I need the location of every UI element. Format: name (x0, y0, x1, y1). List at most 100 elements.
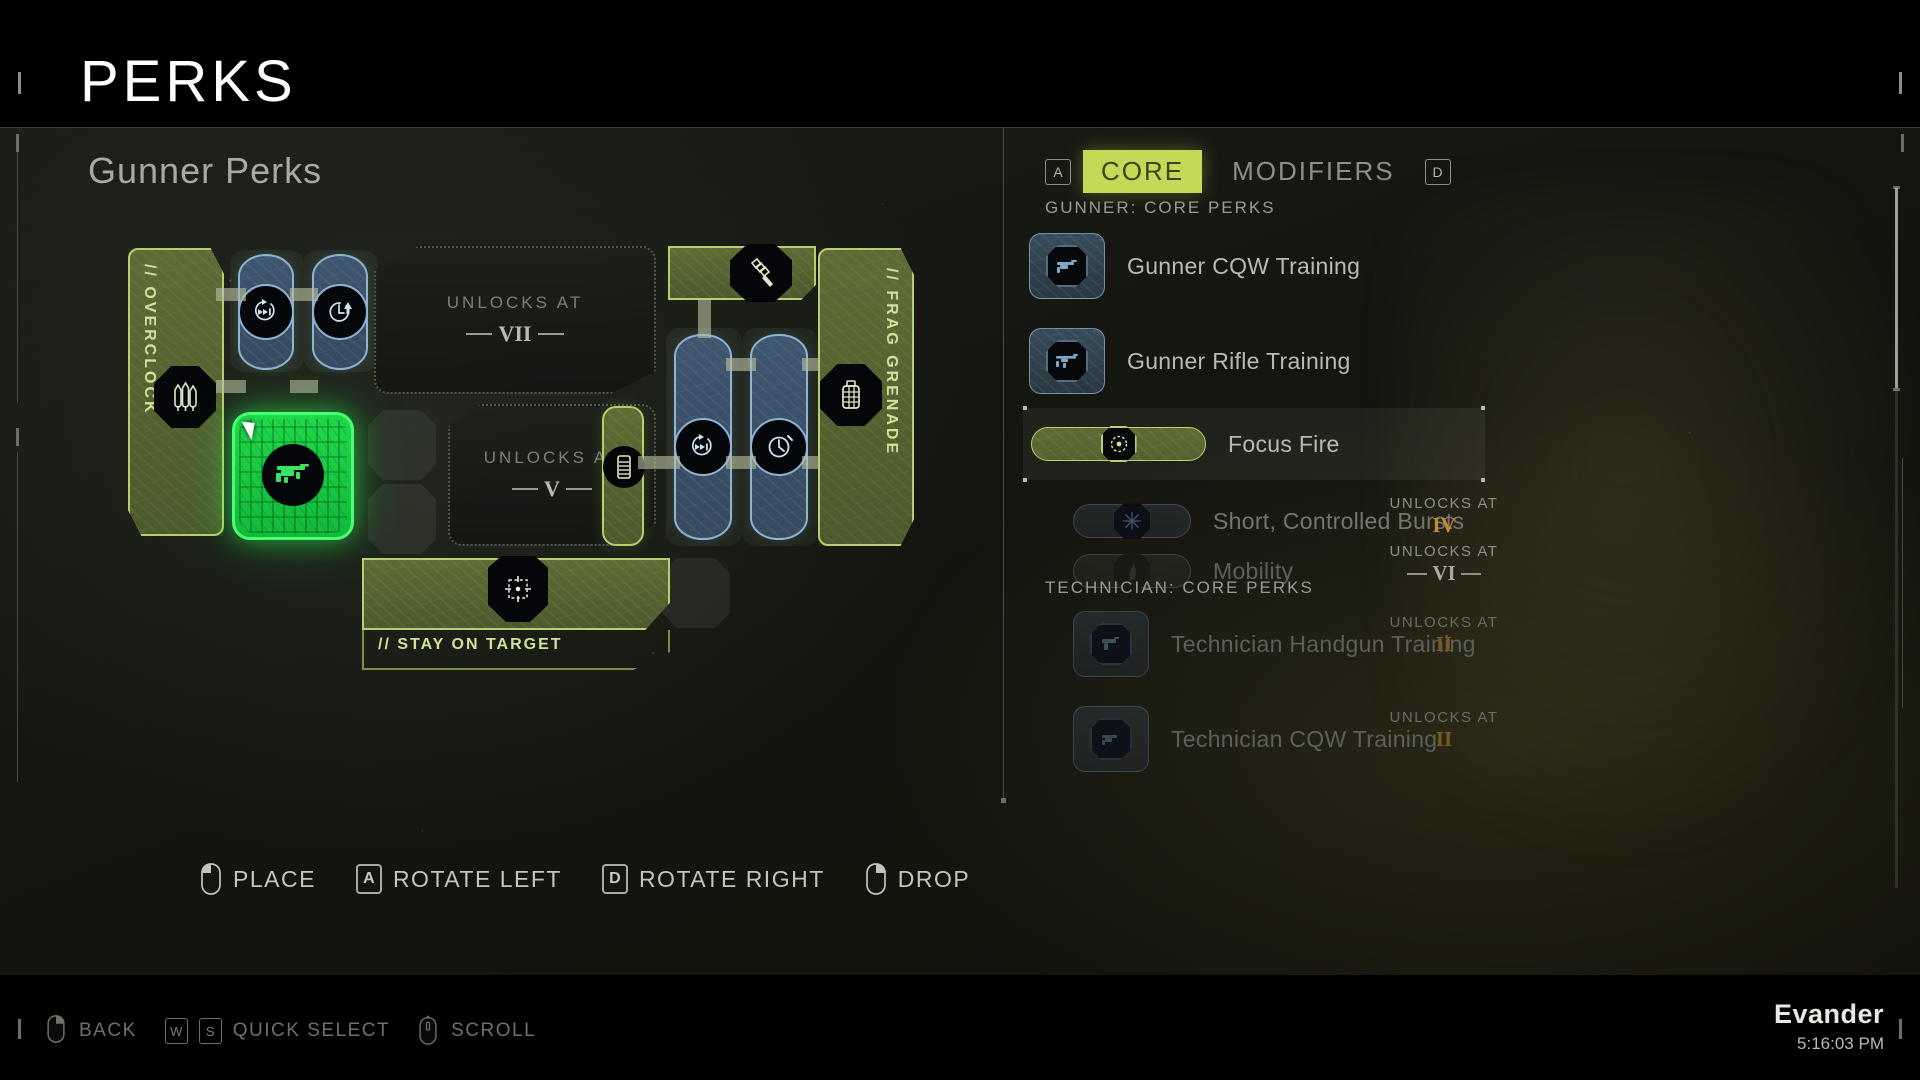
row-corner-dot (1023, 478, 1027, 482)
footer-hint-scroll[interactable]: SCROLL (418, 1015, 536, 1047)
key-s-icon: S (198, 1018, 222, 1044)
perk-category-tabs: A CORE MODIFIERS D (1045, 150, 1451, 193)
perk-chip-square (1073, 706, 1149, 772)
fire-rate-icon (238, 284, 294, 340)
perk-chip-square (1029, 328, 1105, 394)
ammo-icon-glyph (174, 381, 197, 411)
target-icon (488, 556, 548, 622)
grenade-icon-glyph (842, 380, 860, 409)
panel-divider (1003, 128, 1004, 798)
page-title: PERKS (80, 49, 297, 114)
perk-grid[interactable]: // OVERCLOCK UNLOCKS AT VII UNLOCKS AT V… (110, 238, 930, 778)
locked-slot-label: UNLOCKS AT (446, 293, 584, 312)
title-bar: PERKS (0, 0, 1920, 128)
hint-place[interactable]: PLACE (200, 863, 316, 895)
knife-icon (730, 244, 792, 302)
perk-row-focus-fire[interactable]: Focus Fire (1023, 406, 1485, 482)
perk-chip-square (1073, 611, 1149, 677)
perk-chip-square (1029, 233, 1105, 299)
player-info: Evander 5:16:03 PM (1774, 999, 1884, 1054)
grid-strut (726, 456, 756, 469)
grid-ghost-cell[interactable] (368, 410, 436, 480)
locked-slot-vii[interactable]: UNLOCKS AT VII (374, 246, 656, 394)
group-header-gunner: GUNNER: CORE PERKS (1045, 198, 1276, 217)
module-stay-on-target-base (362, 630, 670, 670)
key-a-icon: A (355, 864, 382, 894)
perk-name: Gunner Rifle Training (1127, 347, 1351, 374)
gunner-perks-panel: Gunner Perks // OVERCLOCK UNLOCKS AT VII… (0, 128, 1006, 975)
rifle-icon (262, 444, 324, 506)
perk-row-gunner-cqw[interactable]: Gunner CQW Training (1029, 228, 1479, 304)
bottom-left-tick (18, 1019, 21, 1039)
grenade-icon (820, 364, 882, 426)
handgun-icon-glyph (1102, 637, 1119, 650)
stability-icon-glyph (768, 435, 793, 458)
locked-slot-tier: VII (498, 321, 532, 346)
target-icon-glyph (505, 576, 531, 602)
title-right-tick (1899, 72, 1902, 94)
perk-name: Gunner CQW Training (1127, 252, 1361, 279)
bottom-bar: BACK W S QUICK SELECT SCROLL Evander 5:1… (0, 975, 1920, 1080)
fire-rate-icon (674, 418, 732, 476)
focus-fire-icon-glyph (1110, 435, 1127, 453)
control-hints: PLACE A ROTATE LEFT D ROTATE RIGHT DROP (200, 863, 970, 895)
mouse-left-icon (200, 863, 222, 895)
tab-core[interactable]: CORE (1083, 150, 1203, 193)
tab-next-key-icon[interactable]: D (1424, 158, 1451, 185)
hint-rotate-right[interactable]: D ROTATE RIGHT (601, 864, 825, 894)
footer-hint-back-label: BACK (79, 1020, 137, 1041)
tab-prev-key-icon[interactable]: A (1045, 158, 1071, 185)
key-d-icon: D (601, 864, 628, 894)
footer-hint-quick-select-label: QUICK SELECT (232, 1020, 391, 1041)
magazine-icon-glyph (617, 455, 631, 479)
main-stage: Gunner Perks // OVERCLOCK UNLOCKS AT VII… (0, 128, 1920, 975)
fire-rate-icon-glyph-2 (692, 434, 712, 456)
unlock-tier: II (1435, 727, 1453, 751)
knife-icon-glyph (750, 257, 773, 287)
reload-speed-icon (312, 284, 368, 340)
unlock-tier: VI (1432, 561, 1456, 585)
unlock-label: UNLOCKS AT (1389, 709, 1499, 726)
grid-strut (290, 288, 318, 301)
ammo-icon (154, 366, 216, 428)
stability-icon (750, 418, 808, 476)
focus-fire-icon (1100, 426, 1137, 462)
footer-hint-back[interactable]: BACK (46, 1015, 137, 1047)
mouse-right-icon (865, 863, 887, 895)
perk-row-technician-handgun[interactable]: Technician Handgun Training UNLOCKS AT I… (1029, 606, 1497, 682)
row-corner-dot (1481, 406, 1485, 410)
hint-drop[interactable]: DROP (865, 863, 970, 895)
handgun-icon (1090, 623, 1132, 665)
perk-row-gunner-rifle[interactable]: Gunner Rifle Training (1029, 323, 1479, 399)
unlock-label: UNLOCKS AT (1389, 614, 1499, 631)
unlock-label: UNLOCKS AT (1389, 495, 1499, 512)
perk-list-panel: A CORE MODIFIERS D GUNNER: CORE PERKS Gu… (1005, 128, 1920, 975)
perk-row-technician-cqw[interactable]: Technician CQW Training UNLOCKS AT II (1029, 701, 1497, 777)
perk-unlock-info: UNLOCKS AT II (1369, 709, 1519, 752)
hint-rotate-left[interactable]: A ROTATE LEFT (355, 864, 562, 894)
scrollbar-tick (1893, 388, 1900, 391)
module-frag-label: // FRAG GRENADE (883, 268, 900, 457)
footer-hint-scroll-label: SCROLL (451, 1020, 537, 1041)
stage-rule-right (1902, 458, 1903, 708)
player-time: 5:16:03 PM (1797, 1034, 1884, 1053)
grid-strut (216, 288, 246, 301)
grid-strut (726, 358, 756, 371)
perk-list-scrollbar-thumb[interactable] (1895, 188, 1898, 388)
perk-name: Focus Fire (1228, 430, 1340, 457)
tab-modifiers[interactable]: MODIFIERS (1214, 150, 1412, 193)
section-title: Gunner Perks (88, 150, 323, 191)
mouse-scroll-icon (418, 1015, 440, 1047)
perk-unlock-info: UNLOCKS AT IV (1369, 495, 1519, 538)
grid-strut (638, 456, 680, 469)
grid-strut (290, 380, 318, 393)
fire-rate-icon-glyph (255, 299, 275, 321)
grid-ghost-cell[interactable] (368, 484, 436, 554)
grid-strut (216, 380, 246, 393)
bottom-right-tick (1899, 1019, 1902, 1039)
hint-place-label: PLACE (233, 865, 316, 892)
grid-ghost-cell[interactable] (662, 558, 730, 628)
player-name: Evander (1773, 999, 1884, 1029)
hint-rotate-right-label: ROTATE RIGHT (638, 865, 825, 892)
footer-hint-quick-select[interactable]: W S QUICK SELECT (164, 1018, 391, 1044)
